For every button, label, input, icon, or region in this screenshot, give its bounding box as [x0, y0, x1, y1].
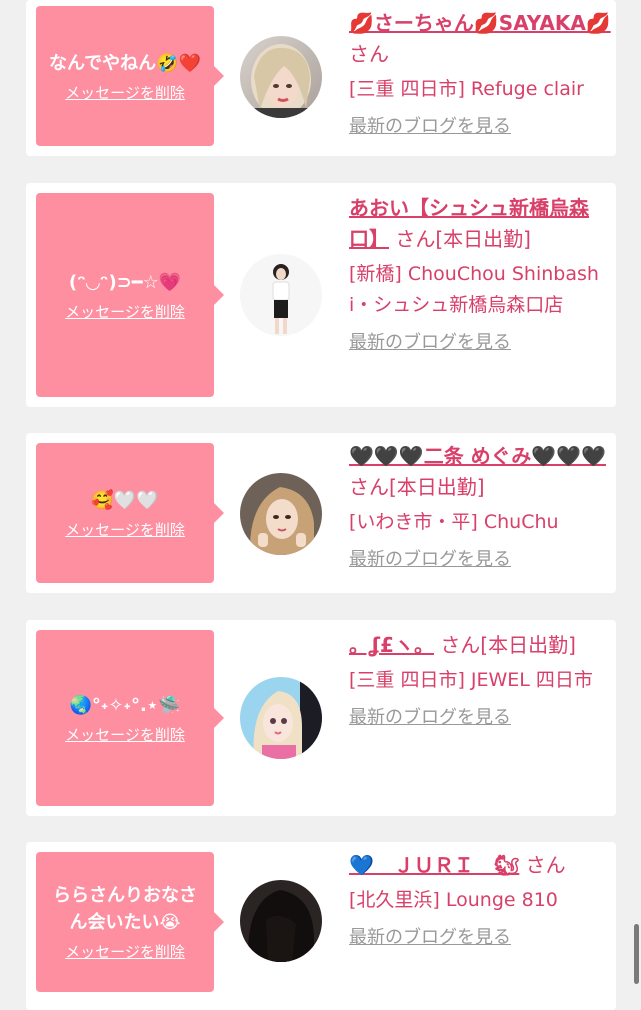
- latest-blog-link[interactable]: 最新のブログを見る: [349, 115, 511, 139]
- message-card: 🌏°˖✧˖°.⋆🛸 メッセージを削除 。ʆ£ヽ。 さん[本日出勤] [三重 四日…: [26, 620, 616, 816]
- message-bubble: なんでやねん🤣❤️ メッセージを削除: [36, 6, 224, 146]
- cast-info: 🖤🖤🖤二条 めぐみ🖤🖤🖤 さん[本日出勤] [いわき市・平] ChuChu 最新…: [349, 441, 611, 572]
- shop-label: [北久里浜] Lounge 810: [349, 889, 558, 911]
- cast-name-line: 🖤🖤🖤二条 めぐみ🖤🖤🖤 さん[本日出勤]: [349, 441, 611, 503]
- avatar[interactable]: [240, 473, 322, 555]
- message-bubble: ららさんりおなさん会いたい😭 メッセージを削除: [36, 852, 224, 992]
- delete-message-link[interactable]: メッセージを削除: [65, 942, 185, 962]
- profile-photo-icon: [240, 473, 322, 555]
- message-bubble: 🌏°˖✧˖°.⋆🛸 メッセージを削除: [36, 630, 224, 806]
- profile-photo-icon: [240, 254, 322, 336]
- avatar[interactable]: [240, 677, 322, 759]
- honorific: さん: [525, 853, 566, 877]
- honorific: さん[本日出勤]: [395, 227, 531, 251]
- shop-label: [新橋] ChouChou Shinbashi・シュシュ新橋烏森口店: [349, 263, 599, 316]
- message-text: (ᵔ◡ᵔ)⊃━☆💗: [68, 271, 182, 293]
- profile-photo-icon: [240, 677, 322, 759]
- cast-name-line: 💋さーちゃん💋SAYAKA💋 さん: [349, 8, 611, 70]
- shop-label: [三重 四日市] JEWEL 四日市: [349, 669, 593, 691]
- scrollbar[interactable]: [634, 924, 639, 984]
- message-card: (ᵔ◡ᵔ)⊃━☆💗 メッセージを削除 あおい【シュシュ新橋烏森口】 さん[本日出…: [26, 183, 616, 407]
- honorific: さん[本日出勤]: [440, 633, 576, 657]
- avatar[interactable]: [240, 254, 322, 336]
- profile-photo-icon: [240, 36, 322, 118]
- message-card: 🥰🤍🤍 メッセージを削除 🖤🖤🖤二条 めぐみ🖤🖤🖤 さん[本日出勤] [いわき市…: [26, 433, 616, 593]
- cast-name-line: あおい【シュシュ新橋烏森口】 さん[本日出勤]: [349, 193, 611, 255]
- honorific: さん: [349, 42, 389, 66]
- delete-message-link[interactable]: メッセージを削除: [65, 83, 185, 103]
- profile-photo-icon: [240, 880, 322, 962]
- message-text: 🥰🤍🤍: [91, 489, 159, 511]
- latest-blog-link[interactable]: 最新のブログを見る: [349, 331, 511, 355]
- message-bubble: (ᵔ◡ᵔ)⊃━☆💗 メッセージを削除: [36, 193, 224, 397]
- cast-name-link[interactable]: 💋さーちゃん💋SAYAKA💋: [349, 11, 611, 35]
- avatar[interactable]: [240, 880, 322, 962]
- cast-info: 💋さーちゃん💋SAYAKA💋 さん [三重 四日市] Refuge clair …: [349, 8, 611, 139]
- latest-blog-link[interactable]: 最新のブログを見る: [349, 548, 511, 572]
- message-bubble: 🥰🤍🤍 メッセージを削除: [36, 443, 224, 583]
- message-text: なんでやねん🤣❤️: [49, 52, 201, 74]
- cast-name-line: 💙 ＪＵＲＩ 🐿 さん: [349, 850, 611, 881]
- cast-info: 💙 ＪＵＲＩ 🐿 さん [北久里浜] Lounge 810 最新のブログを見る: [349, 850, 611, 950]
- message-card: ららさんりおなさん会いたい😭 メッセージを削除 💙 ＪＵＲＩ 🐿 さん [北久里…: [26, 842, 616, 1010]
- delete-message-link[interactable]: メッセージを削除: [65, 725, 185, 745]
- latest-blog-link[interactable]: 最新のブログを見る: [349, 706, 511, 730]
- delete-message-link[interactable]: メッセージを削除: [65, 520, 185, 540]
- cast-name-link[interactable]: 💙 ＪＵＲＩ 🐿: [349, 853, 519, 877]
- shop-label: [いわき市・平] ChuChu: [349, 511, 559, 533]
- avatar[interactable]: [240, 36, 322, 118]
- cast-name-line: 。ʆ£ヽ。 さん[本日出勤]: [349, 630, 611, 661]
- cast-name-link[interactable]: 🖤🖤🖤二条 めぐみ🖤🖤🖤: [349, 444, 606, 468]
- message-text: ららさんりおなさん会いたい😭: [53, 885, 197, 933]
- cast-name-link[interactable]: 。ʆ£ヽ。: [349, 633, 434, 657]
- cast-info: 。ʆ£ヽ。 さん[本日出勤] [三重 四日市] JEWEL 四日市 最新のブログ…: [349, 630, 611, 730]
- delete-message-link[interactable]: メッセージを削除: [65, 302, 185, 322]
- honorific: さん[本日出勤]: [349, 475, 485, 499]
- message-card: なんでやねん🤣❤️ メッセージを削除 💋さーちゃん💋SAYAKA💋 さん [三重…: [26, 0, 616, 156]
- message-text: 🌏°˖✧˖°.⋆🛸: [69, 694, 181, 716]
- cast-info: あおい【シュシュ新橋烏森口】 さん[本日出勤] [新橋] ChouChou Sh…: [349, 193, 611, 355]
- latest-blog-link[interactable]: 最新のブログを見る: [349, 926, 511, 950]
- shop-label: [三重 四日市] Refuge clair: [349, 78, 584, 100]
